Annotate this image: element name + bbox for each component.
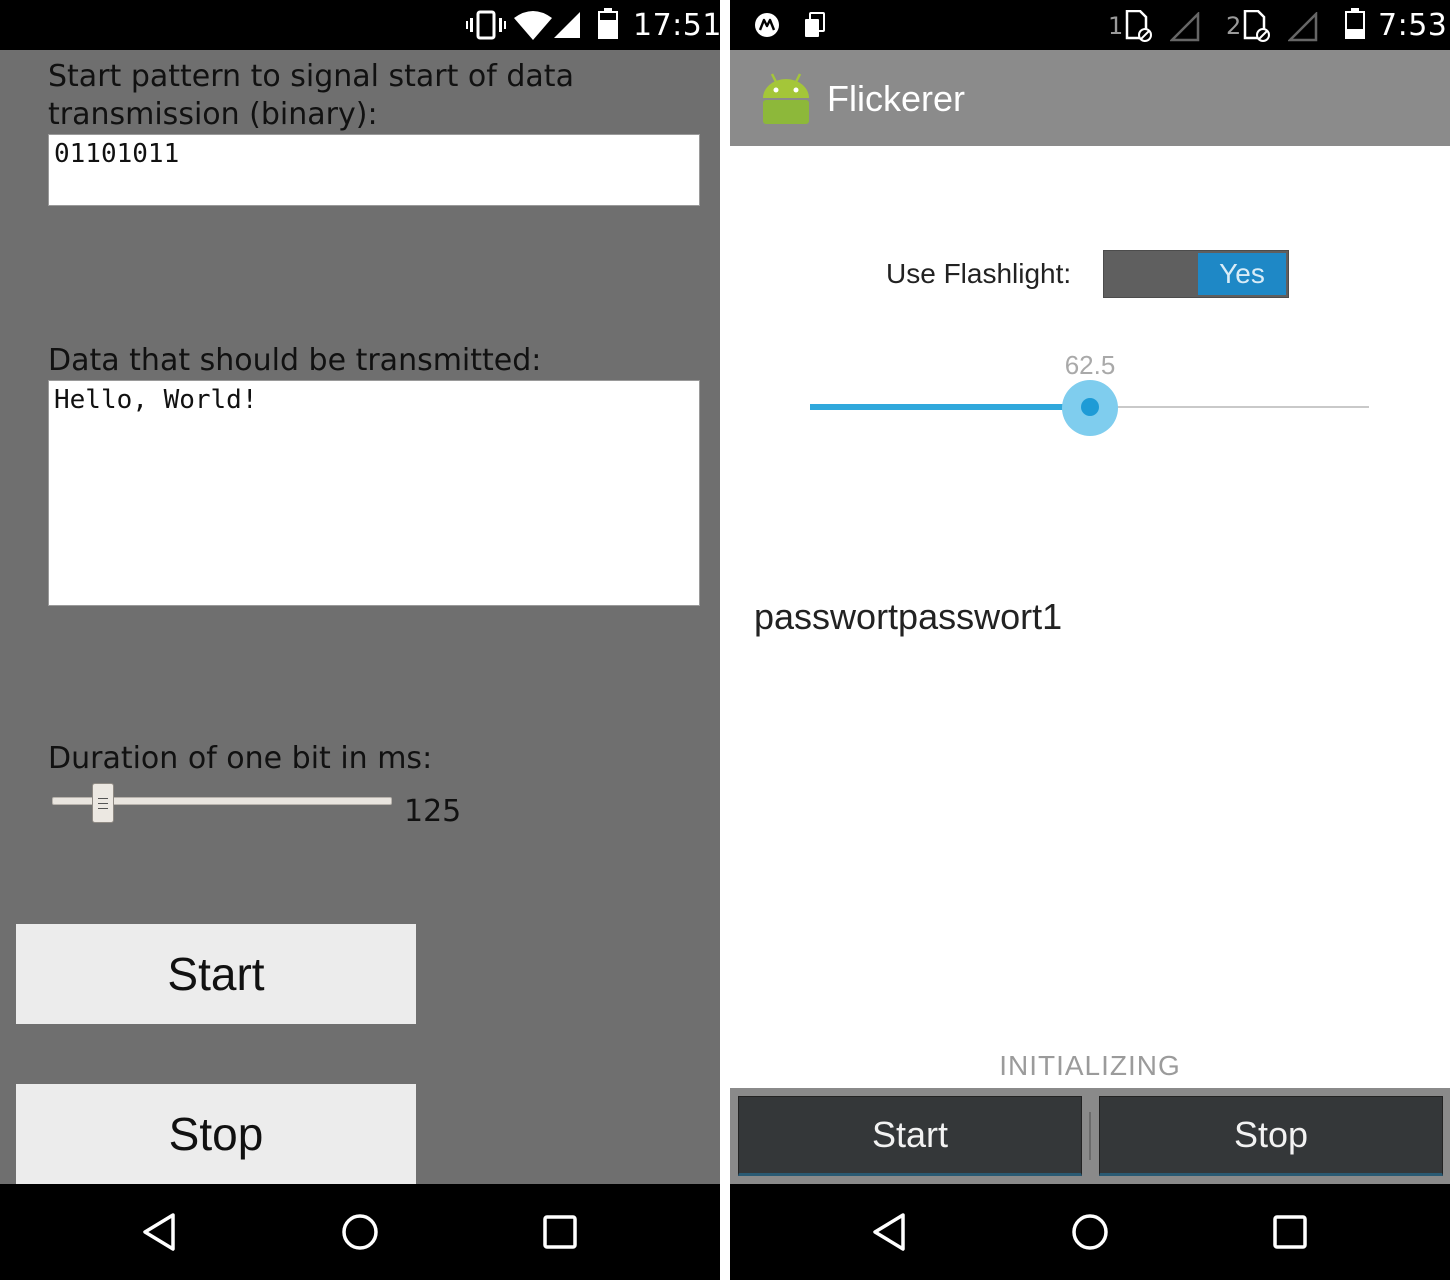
motorola-icon — [755, 13, 779, 37]
wifi-icon — [514, 11, 552, 40]
sim-card-icon — [1243, 10, 1270, 42]
seekbar-progress — [810, 404, 1090, 410]
navigation-bar — [730, 1184, 1450, 1280]
flashlight-toggle[interactable]: Yes — [1103, 250, 1289, 298]
left-phone-screen: 17:51 Start pattern to signal start of d… — [0, 0, 720, 1280]
home-icon[interactable] — [1070, 1212, 1110, 1252]
vibrate-icon — [466, 10, 506, 40]
start-pattern-input[interactable] — [48, 134, 700, 206]
duration-label: Duration of one bit in ms: — [48, 741, 433, 776]
back-icon[interactable] — [140, 1212, 180, 1252]
sim-status-icon — [805, 12, 825, 37]
cell-signal-icon — [1288, 12, 1318, 42]
status-bar: 17:51 — [0, 0, 720, 50]
battery-icon — [598, 8, 618, 39]
stop-button[interactable]: Stop — [16, 1084, 416, 1184]
navigation-bar — [0, 1184, 720, 1280]
back-icon[interactable] — [870, 1212, 910, 1252]
sim-card-icon — [1125, 10, 1152, 42]
data-label: Data that should be transmitted: — [48, 343, 542, 378]
data-input[interactable] — [48, 380, 700, 606]
action-bar: Flickerer — [730, 50, 1450, 146]
app-title: Flickerer — [827, 78, 966, 119]
status-time: 17:51 — [633, 8, 720, 43]
button-bar: Start Stop — [730, 1088, 1450, 1184]
recents-icon[interactable] — [1270, 1212, 1310, 1252]
start-button[interactable]: Start — [16, 924, 416, 1024]
password-text: passwortpasswort1 — [754, 596, 1063, 637]
duration-value: 125 — [404, 794, 462, 829]
start-pattern-label: Start pattern to signal start of data tr… — [48, 59, 574, 132]
cell-signal-icon — [1170, 12, 1200, 42]
cell-signal-icon — [554, 12, 580, 38]
state-text: INITIALIZING — [999, 1050, 1181, 1081]
button-divider — [1089, 1112, 1091, 1160]
duration-slider-thumb[interactable] — [92, 783, 114, 823]
battery-icon — [1345, 8, 1365, 39]
seekbar-thumb[interactable] — [1080, 398, 1099, 416]
flashlight-label: Use Flashlight: — [886, 258, 1072, 289]
status-bar: 1 2 7:53 — [730, 0, 1450, 50]
status-time: 7:53 — [1378, 8, 1448, 43]
android-robot-icon — [763, 73, 809, 124]
right-phone-screen: 1 2 7:53 Flickerer Use Flashlight: Yes 6… — [730, 0, 1450, 1280]
seekbar-value: 62.5 — [1064, 350, 1116, 380]
flashlight-toggle-on: Yes — [1198, 253, 1286, 295]
recents-icon[interactable] — [540, 1212, 580, 1252]
start-button[interactable]: Start — [738, 1096, 1082, 1176]
sim2-label: 2 — [1226, 12, 1242, 40]
home-icon[interactable] — [340, 1212, 380, 1252]
stop-button[interactable]: Stop — [1099, 1096, 1443, 1176]
sim1-label: 1 — [1108, 12, 1124, 40]
